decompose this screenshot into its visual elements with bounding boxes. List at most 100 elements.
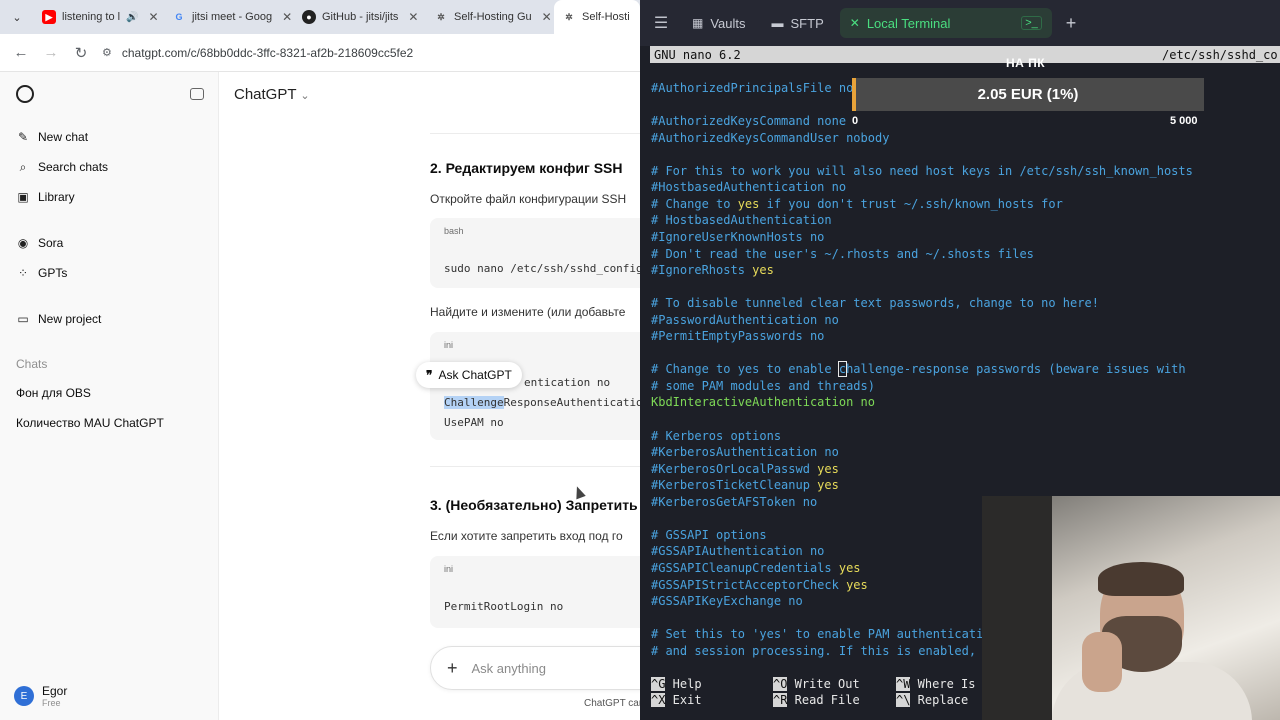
browser-tab-self-hosting-2[interactable]: ✲ Self-Hosti — [554, 0, 640, 34]
close-tab-icon[interactable]: ✕ — [542, 10, 552, 24]
browser-tab-strip: ⌄ ▶ listening to l 🔊 ✕ G jitsi meet - Go… — [0, 0, 640, 34]
shortcut-label: Write Out — [787, 677, 860, 691]
nano-shortcut-help[interactable]: ^G Help — [651, 676, 702, 692]
line-keyword: yes — [817, 462, 839, 476]
nano-title-bar: GNU nano 6.2 /etc/ssh/sshd_co — [650, 46, 1280, 63]
code-line: entication no — [524, 376, 611, 389]
line-part: # Change to yes to enable — [651, 362, 839, 376]
sidebar-item-gpts[interactable]: ⁘ GPTs — [0, 258, 218, 288]
selected-text: Challenge — [444, 396, 504, 409]
url-text: chatgpt.com/c/68bb0ddc-3ffc-8321-af2b-21… — [121, 45, 414, 60]
chatgpt-sidebar: ✎ New chat ⌕ Search chats ▣ Library ◉ So… — [0, 72, 219, 720]
chatgpt-icon: ✲ — [437, 11, 445, 22]
sidebar-toggle-icon[interactable] — [190, 88, 204, 100]
chat-history-item[interactable]: Количество MAU ChatGPT — [0, 408, 218, 438]
sidebar-item-new-chat[interactable]: ✎ New chat — [0, 122, 218, 152]
tab-local-terminal[interactable]: ✕ Local Terminal >_ — [839, 8, 1052, 38]
line-part: #KerberosTicketCleanup — [651, 478, 818, 492]
nano-shortcut-read-file[interactable]: ^R Read File — [773, 692, 860, 708]
sidebar-section-chats: Chats — [16, 357, 48, 371]
code-block-bash: bash sudo nano /etc/ssh/sshd_config — [430, 218, 670, 288]
tab-search-chevron-icon[interactable]: ⌄ — [0, 0, 34, 34]
nano-shortcut-where-is[interactable]: ^W Where Is — [896, 676, 975, 692]
browser-tab-self-hosting-1[interactable]: ✲ Self-Hosting Gu ✕ — [426, 0, 554, 34]
terminal-line: KbdInteractiveAuthentication no — [651, 395, 875, 409]
terminal-line: #HostbasedAuthentication no — [651, 180, 847, 194]
folder-icon: ▬ — [771, 16, 784, 30]
terminal-line: # To disable tunneled clear text passwor… — [651, 296, 1099, 310]
nano-shortcut-exit[interactable]: ^X Exit — [651, 692, 702, 708]
shortcut-label: Exit — [665, 693, 702, 707]
terminal-line: #GSSAPIKeyExchange no — [651, 594, 803, 608]
terminal-line: #AuthorizedPrincipalsFile no — [651, 81, 854, 95]
forward-icon[interactable]: → — [36, 44, 66, 61]
donation-goal-title: НА ПК — [1006, 56, 1046, 70]
close-tab-icon[interactable]: ✕ — [850, 16, 860, 30]
disclaimer-text: ChatGPT can — [584, 698, 645, 709]
user-plan: Free — [42, 698, 61, 708]
speaker-icon[interactable]: 🔊 — [126, 12, 138, 23]
line-keyword: yes — [838, 561, 861, 575]
donation-progress-bar: 2.05 EUR (1%) — [852, 78, 1204, 111]
message-composer[interactable]: + Ask anything — [430, 646, 670, 690]
terminal-line: #KerberosOrLocalPasswd yes — [651, 461, 839, 477]
step-3-heading: 3. (Необязательно) Запретить — [430, 497, 638, 513]
webcam-person-hand — [1082, 632, 1122, 692]
terminal-line: # Kerberos options — [651, 429, 782, 443]
browser-tab-youtube[interactable]: ▶ listening to l 🔊 ✕ — [34, 0, 164, 34]
close-tab-icon[interactable]: ✕ — [408, 10, 418, 24]
browser-tab-github[interactable]: ● GitHub - jitsi/jits ✕ — [294, 0, 426, 34]
step-2-heading: 2. Редактируем конфиг SSH — [430, 160, 623, 176]
reload-icon[interactable]: ↻ — [66, 44, 96, 62]
chatgpt-icon: ✲ — [565, 11, 573, 22]
grid-icon: ⁘ — [17, 266, 29, 280]
shortcut-label: Where Is — [910, 677, 976, 691]
shortcut-key: ^R — [773, 693, 788, 707]
webcam-video — [982, 496, 1280, 720]
tab-sftp[interactable]: ▬ SFTP — [762, 8, 834, 38]
sidebar-item-new-project[interactable]: ▭ New project — [0, 304, 218, 334]
chat-history-item[interactable]: Фон для OBS — [0, 378, 218, 408]
code-language-label: ini — [444, 564, 454, 574]
donation-min-label: 0 — [852, 115, 859, 127]
folder-plus-icon: ▭ — [17, 312, 29, 326]
terminal-line: #KerberosAuthentication no — [651, 445, 839, 459]
search-icon: ⌕ — [19, 159, 27, 174]
chatgpt-logo-icon[interactable] — [16, 85, 34, 103]
sidebar-item-sora[interactable]: ◉ Sora — [0, 228, 218, 258]
terminal-line: #KerberosGetAFSToken no — [651, 495, 818, 509]
sidebar-item-search-chats[interactable]: ⌕ Search chats — [0, 152, 218, 182]
ask-chatgpt-popup[interactable]: ❞ Ask ChatGPT — [416, 362, 522, 388]
plus-icon[interactable]: + — [447, 658, 458, 679]
nano-shortcut-replace[interactable]: ^\ Replace — [896, 692, 968, 708]
line-part: #GSSAPIStrictAcceptorCheck — [651, 578, 847, 592]
terminal-line: # Change to yes if you don't trust ~/.ss… — [651, 196, 1063, 212]
sora-icon: ◉ — [17, 236, 29, 250]
terminal-line: # Don't read the user's ~/.rhosts and ~/… — [651, 247, 1034, 261]
close-tab-icon[interactable]: ✕ — [282, 10, 292, 24]
shortcut-label: Replace — [910, 693, 969, 707]
screen: ⌄ ▶ listening to l 🔊 ✕ G jitsi meet - Go… — [0, 0, 1280, 720]
terminal-line: #GSSAPIStrictAcceptorCheck yes — [651, 577, 868, 593]
nano-shortcut-write-out[interactable]: ^O Write Out — [773, 676, 860, 692]
menu-icon[interactable]: ☰ — [640, 13, 682, 33]
sidebar-item-library[interactable]: ▣ Library — [0, 182, 218, 212]
shortcut-key: ^G — [651, 677, 666, 691]
browser-tab-google[interactable]: G jitsi meet - Goog ✕ — [164, 0, 294, 34]
site-info-icon[interactable]: ⚙ — [102, 46, 112, 59]
close-tab-icon[interactable]: ✕ — [149, 10, 159, 24]
back-icon[interactable]: ← — [6, 44, 36, 61]
shortcut-label: Read File — [787, 693, 860, 707]
tab-vaults[interactable]: ▦ Vaults — [682, 8, 756, 38]
terminal-icon: >_ — [1021, 16, 1042, 30]
vault-icon: ▦ — [692, 16, 704, 30]
terminal-line: # GSSAPI options — [651, 528, 767, 542]
new-tab-icon[interactable]: + — [1066, 13, 1077, 34]
model-selector[interactable]: ChatGPT ⌄ — [234, 86, 310, 103]
shortcut-label: Help — [665, 677, 702, 691]
user-profile[interactable]: E Egor Free — [14, 684, 67, 708]
terminal-line: # and session processing. If this is ena… — [651, 644, 977, 658]
nano-version: GNU nano 6.2 — [654, 47, 741, 62]
url-field[interactable]: ⚙ chatgpt.com/c/68bb0ddc-3ffc-8321-af2b-… — [102, 39, 640, 67]
line-keyword: yes — [737, 197, 760, 211]
